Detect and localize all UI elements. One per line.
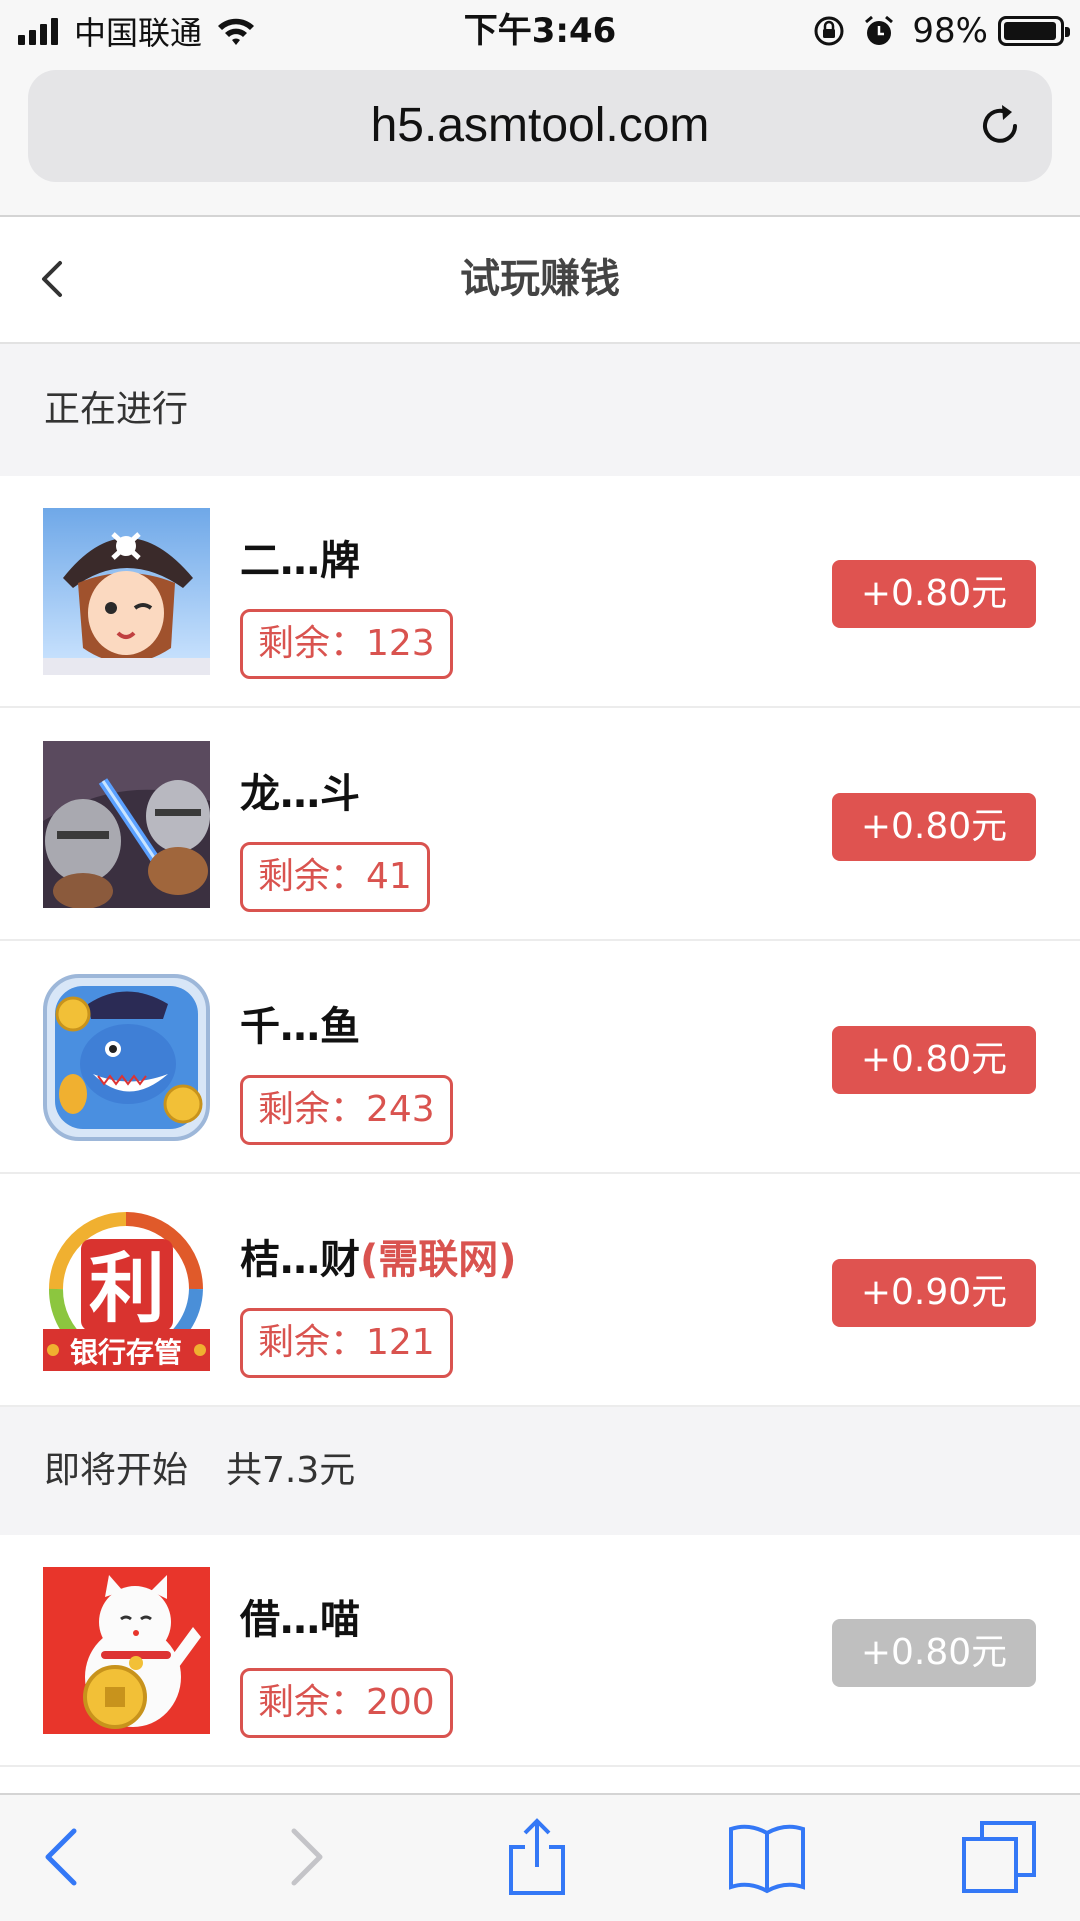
address-bar[interactable]: h5.asmtool.com — [28, 70, 1052, 182]
app-name: 千…鱼 — [240, 994, 360, 1052]
task-item[interactable]: 二…牌 剩余：123 +0.80元 — [0, 476, 1080, 708]
url-text[interactable]: h5.asmtool.com — [28, 70, 1052, 182]
reward-button[interactable]: +0.80元 — [832, 793, 1036, 861]
browser-address-area: h5.asmtool.com — [0, 62, 1080, 217]
section-title-upcoming: 即将开始 — [44, 1450, 189, 1491]
alarm-icon — [865, 15, 894, 45]
orientation-lock-icon — [814, 16, 844, 46]
lucky-cat-loan-app-icon — [43, 1567, 210, 1734]
app-name-text: 千…鱼 — [240, 1004, 360, 1050]
bookmarks-icon[interactable] — [727, 1817, 807, 1897]
knight-battle-game-icon — [43, 741, 210, 908]
section-total: 共7.3元 — [226, 1450, 356, 1491]
page-title: 试玩赚钱 — [460, 256, 620, 302]
task-item[interactable]: 龙…斗 剩余：41 +0.80元 — [0, 709, 1080, 941]
app-name: 桔…财(需联网) — [240, 1227, 517, 1285]
section-title-ongoing: 正在进行 — [44, 389, 189, 430]
status-bar: 中国联通 下午3:46 98% — [0, 0, 1080, 62]
remaining-badge: 剩余：121 — [240, 1308, 453, 1378]
app-name-text: 龙…斗 — [240, 771, 360, 817]
section-header-ongoing: 正在进行 — [0, 344, 1080, 476]
page-header: 试玩赚钱 — [0, 217, 1080, 344]
app-name-note: (需联网) — [360, 1237, 517, 1283]
fishing-shark-game-icon — [43, 974, 210, 1141]
battery-icon — [998, 16, 1070, 46]
reload-icon[interactable] — [974, 100, 1026, 152]
reward-button-disabled[interactable]: +0.80元 — [832, 1619, 1036, 1687]
bank-finance-app-icon: 利 银行存管 — [43, 1207, 210, 1374]
icon-main-text: 利 — [89, 1244, 165, 1333]
app-name-text: 借…喵 — [240, 1597, 360, 1643]
tabs-icon[interactable] — [960, 1817, 1040, 1897]
status-right: 98% — [812, 8, 1070, 54]
reward-button[interactable]: +0.90元 — [832, 1259, 1036, 1327]
task-item[interactable]: 借…喵 剩余：200 +0.80元 — [0, 1535, 1080, 1767]
app-name-text: 桔…财 — [240, 1237, 360, 1283]
app-name: 二…牌 — [240, 528, 360, 586]
section-header-upcoming: 即将开始 共7.3元 — [0, 1407, 1080, 1535]
browser-toolbar — [0, 1793, 1080, 1921]
task-item[interactable]: 千…鱼 剩余：243 +0.80元 — [0, 942, 1080, 1174]
pirate-girl-game-icon — [43, 508, 210, 675]
remaining-badge: 剩余：200 — [240, 1668, 453, 1738]
remaining-badge: 剩余：243 — [240, 1075, 453, 1145]
share-icon[interactable] — [497, 1817, 577, 1897]
icon-banner-text: 银行存管 — [70, 1336, 182, 1369]
browser-back-icon[interactable] — [24, 1817, 104, 1897]
app-name: 龙…斗 — [240, 761, 360, 819]
task-item[interactable]: 利 银行存管 桔…财(需联网) 剩余：121 +0.90元 — [0, 1175, 1080, 1407]
battery-percentage: 98% — [912, 11, 988, 51]
reward-button[interactable]: +0.80元 — [832, 1026, 1036, 1094]
app-name-text: 二…牌 — [240, 538, 360, 584]
remaining-badge: 剩余：41 — [240, 842, 430, 912]
app-name: 借…喵 — [240, 1587, 360, 1645]
browser-forward-icon[interactable] — [264, 1817, 344, 1897]
remaining-badge: 剩余：123 — [240, 609, 453, 679]
reward-button[interactable]: +0.80元 — [832, 560, 1036, 628]
